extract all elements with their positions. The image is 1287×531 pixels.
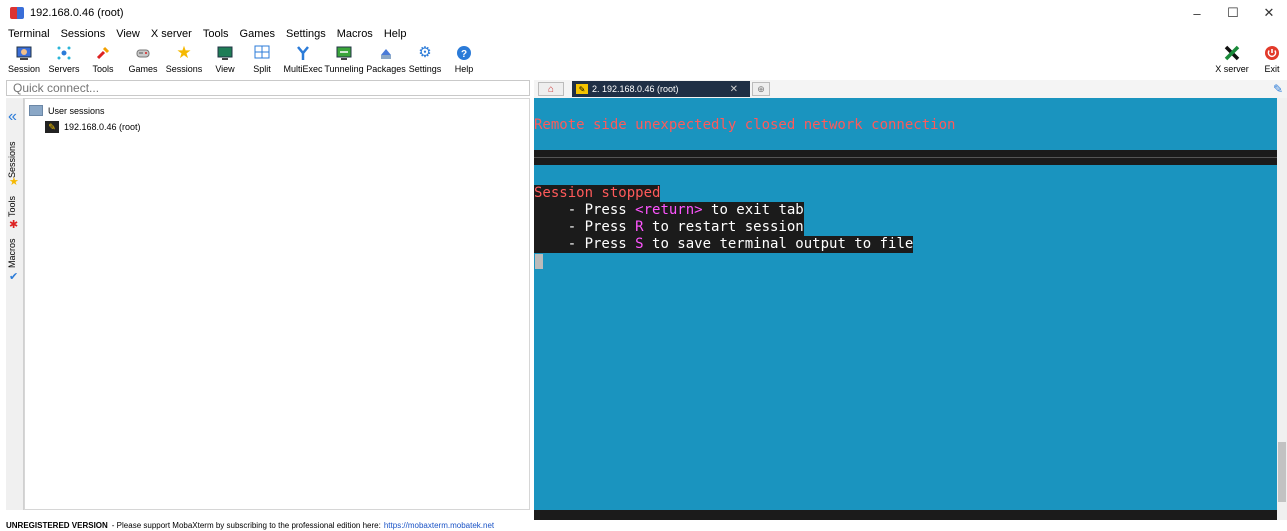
sessions-panel: User sessions ✎ 192.168.0.46 (root) (24, 98, 530, 510)
quick-connect-input[interactable] (7, 81, 529, 95)
mobatek-link[interactable]: https://mobaxterm.mobatek.net (384, 521, 494, 530)
close-button[interactable]: ✕ (1251, 0, 1287, 26)
view-button[interactable]: View (212, 42, 238, 78)
ssh-key-icon: ✎ (576, 84, 588, 94)
tab-label: 2. 192.168.0.46 (root) (592, 84, 679, 94)
user-sessions-folder[interactable]: User sessions (29, 105, 105, 116)
s-key: S (635, 236, 644, 252)
x-server-button[interactable]: X server (1212, 42, 1252, 78)
new-tab-button[interactable]: ⊕ (752, 82, 770, 96)
title-bar: 192.168.0.46 (root) – ☐ ✕ (0, 0, 1287, 26)
terminal-scrollbar[interactable] (1277, 98, 1287, 520)
star-icon: ★ (176, 43, 192, 62)
session-button[interactable]: Session (8, 42, 40, 78)
exit-button[interactable]: Exit (1260, 42, 1284, 78)
side-tab-sessions[interactable]: Sessions (7, 141, 23, 178)
menu-games[interactable]: Games (240, 28, 275, 40)
scrollbar-thumb[interactable] (1278, 442, 1286, 502)
window-title: 192.168.0.46 (root) (30, 7, 124, 19)
menu-bar: Terminal Sessions View X server Tools Ga… (0, 26, 1287, 42)
remote-closed-message: Remote side unexpectedly closed network … (534, 117, 956, 133)
menu-terminal[interactable]: Terminal (8, 28, 50, 40)
games-icon (133, 44, 153, 62)
packages-button[interactable]: Packages (366, 42, 406, 78)
tools-icon: ✱ (9, 219, 19, 231)
r-key: R (635, 219, 644, 235)
terminal-divider (534, 150, 1277, 165)
menu-macros[interactable]: Macros (337, 28, 373, 40)
terminal-cursor (535, 254, 543, 269)
main-toolbar: Session Servers Tools Games ★ Sessions V… (0, 42, 1287, 78)
view-icon (215, 44, 235, 62)
svg-text:?: ? (461, 49, 467, 60)
games-button[interactable]: Games (128, 42, 158, 78)
unregistered-label: UNREGISTERED VERSION (6, 520, 108, 530)
multiexec-button[interactable]: MultiExec (284, 42, 323, 78)
help-icon: ? (454, 44, 474, 62)
menu-help[interactable]: Help (384, 28, 407, 40)
maximize-button[interactable]: ☐ (1215, 0, 1251, 26)
support-message: - Please support MobaXterm by subscribin… (111, 520, 381, 530)
return-key: <return> (635, 202, 703, 218)
tools-icon (93, 44, 113, 62)
tab-strip: ⌂ ✎ 2. 192.168.0.46 (root) ✕ ⊕ ✎ (534, 80, 1287, 98)
session-item[interactable]: ✎ 192.168.0.46 (root) (45, 121, 141, 133)
menu-sessions[interactable]: Sessions (61, 28, 106, 40)
quick-connect-bar (6, 80, 530, 96)
power-icon (1262, 44, 1282, 62)
menu-settings[interactable]: Settings (286, 28, 326, 40)
home-icon: ⌂ (547, 83, 555, 95)
press-r-line: - Press R to restart session (534, 219, 804, 236)
servers-icon (54, 44, 74, 62)
sessions-button[interactable]: ★ Sessions (166, 42, 203, 78)
macro-icon: ✔ (9, 271, 19, 283)
servers-button[interactable]: Servers (47, 42, 81, 78)
tab-close-icon[interactable]: ✕ (730, 84, 738, 95)
window-controls: – ☐ ✕ (1179, 0, 1287, 26)
menu-view[interactable]: View (116, 28, 140, 40)
tunneling-icon (334, 44, 354, 62)
status-bar: UNREGISTERED VERSION - Please support Mo… (0, 519, 1287, 531)
menu-x-server[interactable]: X server (151, 28, 192, 40)
split-icon (252, 44, 272, 62)
mobaxterm-app-icon (10, 7, 24, 19)
press-return-line: - Press <return> to exit tab (534, 202, 804, 219)
side-tab-tools[interactable]: Tools (7, 194, 23, 218)
folder-label: User sessions (48, 105, 105, 116)
tools-button[interactable]: Tools (90, 42, 116, 78)
packages-icon (376, 44, 396, 62)
star-icon: ★ (9, 176, 19, 188)
session-stopped-message: Session stopped (534, 185, 661, 202)
side-tab-macros[interactable]: Macros (7, 238, 23, 268)
session-item-label: 192.168.0.46 (root) (64, 122, 141, 132)
settings-icon: ⚙ (418, 44, 432, 61)
folder-icon (29, 105, 43, 116)
menu-tools[interactable]: Tools (203, 28, 229, 40)
tab-session-2[interactable]: ✎ 2. 192.168.0.46 (root) ✕ (572, 81, 750, 97)
minimize-button[interactable]: – (1179, 0, 1215, 26)
ssh-key-icon: ✎ (45, 121, 59, 133)
tunneling-button[interactable]: Tunneling (324, 42, 364, 78)
press-s-line: - Press S to save terminal output to fil… (534, 236, 914, 253)
collapse-sidebar-icon[interactable]: « (8, 108, 17, 126)
settings-button[interactable]: ⚙ Settings (408, 42, 442, 78)
new-tab-icon: ⊕ (757, 83, 765, 94)
split-button[interactable]: Split (248, 42, 276, 78)
multiexec-icon (293, 44, 313, 62)
help-button[interactable]: ? Help (451, 42, 477, 78)
x-server-icon (1222, 44, 1242, 62)
attach-icon[interactable]: ✎ (1273, 82, 1283, 96)
home-tab[interactable]: ⌂ (538, 82, 564, 96)
terminal-area[interactable]: Remote side unexpectedly closed network … (534, 98, 1277, 520)
session-icon (14, 44, 34, 62)
side-tabs: « Sessions ★ Tools ✱ Macros ✔ (6, 98, 24, 510)
